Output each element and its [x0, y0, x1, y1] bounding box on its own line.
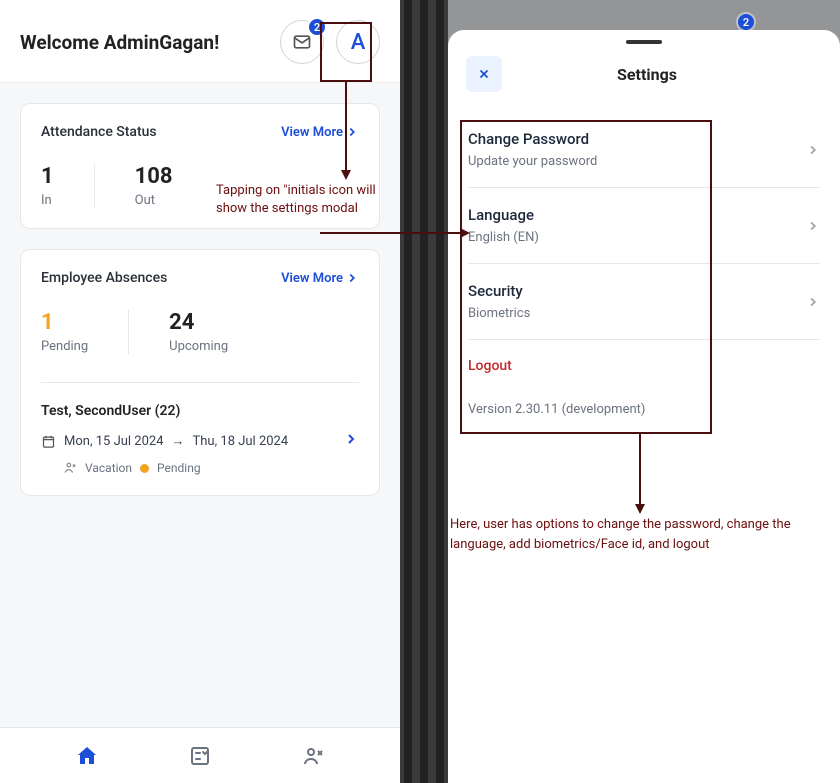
absence-name: Test, SecondUser (22)	[41, 403, 343, 419]
chevron-right-icon	[806, 295, 820, 309]
absences-upcoming-label: Upcoming	[169, 339, 228, 354]
nav-tasks[interactable]	[188, 744, 212, 768]
absence-item[interactable]: Test, SecondUser (22) Mon, 15 Jul 2024 →…	[41, 403, 359, 475]
person-off-icon	[63, 461, 77, 475]
attendance-in-value: 1	[41, 164, 54, 189]
bg-mail-badge: 2	[736, 12, 756, 32]
absences-view-more[interactable]: View More	[281, 271, 359, 286]
attendance-view-more[interactable]: View More	[281, 125, 359, 140]
chevron-right-icon	[345, 125, 359, 139]
status-dot-icon	[140, 464, 149, 473]
nav-home[interactable]	[75, 744, 99, 768]
settings-screen: 2 Settings Change Password Update your p…	[448, 0, 840, 783]
mail-button[interactable]: 2	[280, 20, 324, 64]
absence-dates: Mon, 15 Jul 2024 → Thu, 18 Jul 2024	[41, 433, 343, 449]
chevron-right-icon	[345, 271, 359, 285]
absences-card: Employee Absences View More 1 Pending 24…	[20, 249, 380, 496]
person-off-icon	[301, 744, 325, 768]
annotation-text-2: Here, user has options to change the pas…	[450, 515, 840, 554]
attendance-in-label: In	[41, 193, 54, 208]
nav-people[interactable]	[301, 744, 325, 768]
home-content: Attendance Status View More 1 In 108 Out	[0, 83, 400, 727]
absences-pending-label: Pending	[41, 339, 88, 354]
modal-title: Settings	[472, 65, 822, 84]
chevron-right-icon	[806, 219, 820, 233]
divider	[41, 382, 359, 383]
welcome-text: Welcome AdminGagan!	[20, 31, 219, 54]
annotation-text: Tapping on "initials icon will show the …	[216, 182, 376, 218]
chevron-right-icon	[806, 143, 820, 157]
chevron-right-icon	[343, 431, 359, 447]
home-icon	[75, 744, 99, 768]
annotation-highlight-settings	[460, 120, 712, 434]
bottom-nav	[0, 727, 400, 783]
home-screen: Welcome AdminGagan! 2 A Attendance Statu…	[0, 0, 400, 783]
absences-title: Employee Absences	[41, 270, 167, 286]
absence-meta: Vacation Pending	[41, 461, 343, 475]
attendance-out-label: Out	[135, 193, 173, 208]
attendance-title: Attendance Status	[41, 124, 157, 140]
absences-pending-value: 1	[41, 310, 88, 335]
screen-divider	[400, 0, 448, 783]
absences-upcoming-value: 24	[169, 310, 228, 335]
mail-icon	[292, 32, 312, 52]
calendar-icon	[41, 434, 56, 449]
checklist-icon	[188, 744, 212, 768]
annotation-highlight-avatar	[320, 22, 372, 82]
attendance-out-value: 108	[135, 164, 173, 189]
